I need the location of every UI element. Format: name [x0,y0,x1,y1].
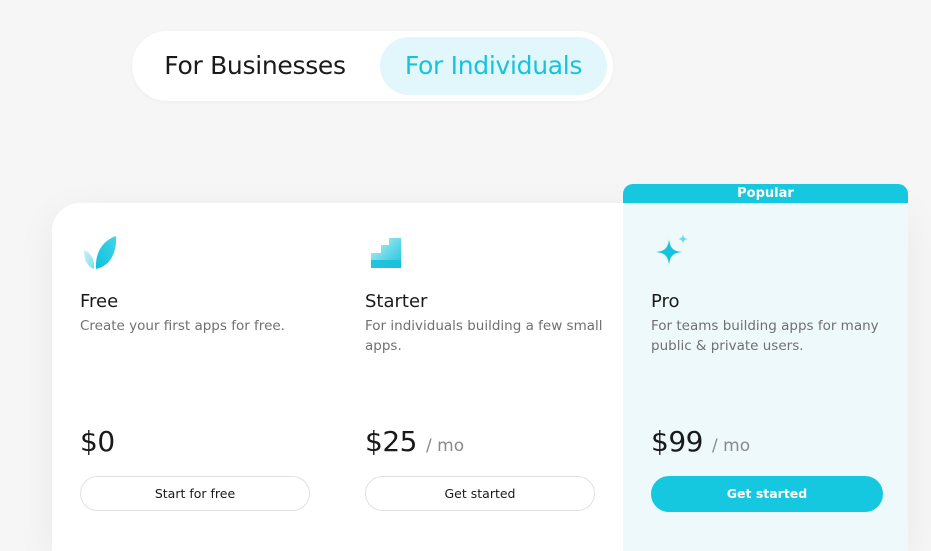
plan-name: Free [80,291,119,312]
stairs-icon [365,233,405,273]
get-started-button[interactable]: Get started [651,476,883,512]
sparkle-icon [651,233,691,273]
price-period: / mo [426,436,465,456]
popular-badge: Popular [623,184,908,203]
start-for-free-button[interactable]: Start for free [80,476,310,511]
leaf-icon [80,233,120,273]
plan-card-pro: Pro For teams building apps for many pub… [623,203,908,551]
plan-card-free: Free Create your first apps for free. $0… [52,203,337,551]
price-amount: $25 [365,425,417,458]
plan-name: Starter [365,291,428,312]
plan-card-starter: Starter For individuals building a few s… [337,203,622,551]
plan-price: $99 / mo [651,425,750,458]
plan-price: $25 / mo [365,425,464,458]
plan-name: Pro [651,291,680,312]
plan-price: $0 [80,425,115,458]
price-period: / mo [712,436,751,456]
price-amount: $0 [80,425,115,458]
plan-description: For individuals building a few small app… [365,318,603,354]
audience-toggle: For Businesses For Individuals [132,31,613,101]
plan-description: Create your first apps for free. [80,318,285,334]
tab-for-businesses[interactable]: For Businesses [142,37,368,95]
get-started-button[interactable]: Get started [365,476,595,511]
plan-description: For teams building apps for many public … [651,318,879,354]
price-amount: $99 [651,425,703,458]
tab-for-individuals[interactable]: For Individuals [380,37,607,95]
pricing-page: For Businesses For Individuals Popular F… [0,0,931,551]
